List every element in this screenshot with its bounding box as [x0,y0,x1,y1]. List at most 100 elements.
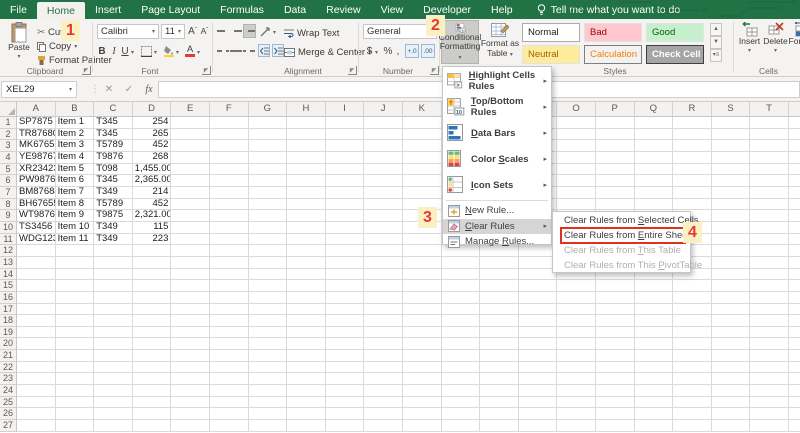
cell-L13[interactable] [442,257,481,269]
cell-P26[interactable] [596,408,635,420]
cell-O8[interactable] [557,199,596,211]
cell-B11[interactable]: Item 11 [56,234,95,246]
cell-F16[interactable] [210,292,249,304]
cell-K15[interactable] [403,280,442,292]
cell-K7[interactable] [403,187,442,199]
cell-B9[interactable]: Item 9 [56,210,95,222]
cell-Q5[interactable] [635,164,674,176]
styles-scroll-down-button[interactable]: ▼ [710,36,722,49]
cell-D11[interactable]: 223 [133,234,172,246]
cell-M21[interactable] [480,350,519,362]
cell-C1[interactable]: T345 [94,117,133,129]
cell-R6[interactable] [673,175,712,187]
cell-R17[interactable] [673,304,712,316]
cell-J27[interactable] [364,420,403,432]
cell-L16[interactable] [442,292,481,304]
cell-F23[interactable] [210,373,249,385]
cell-G17[interactable] [249,304,288,316]
cell-partial[interactable] [789,164,800,176]
cell-partial[interactable] [789,327,800,339]
cell-A3[interactable]: MK676554 [17,140,56,152]
cell-S12[interactable] [712,245,751,257]
cell-B21[interactable] [56,350,95,362]
cell-I12[interactable] [326,245,365,257]
cell-L18[interactable] [442,315,481,327]
cell-N18[interactable] [519,315,558,327]
cell-M23[interactable] [480,373,519,385]
cell-G22[interactable] [249,362,288,374]
cell-T1[interactable] [750,117,789,129]
italic-button[interactable]: I [109,44,119,58]
conditional-formatting-button[interactable]: f2 Conditional Formatting ▾ [441,20,479,64]
font-size-combo[interactable]: 11 ▾ [161,24,185,39]
row-header-13[interactable]: 13 [0,257,17,269]
column-header-S[interactable]: S [712,102,751,117]
row-header-23[interactable]: 23 [0,373,17,385]
cell-O23[interactable] [557,373,596,385]
cell-partial[interactable] [789,187,800,199]
cell-D22[interactable] [133,362,172,374]
cell-K1[interactable] [403,117,442,129]
tab-help[interactable]: Help [481,0,523,19]
cell-Q21[interactable] [635,350,674,362]
cell-partial[interactable] [789,373,800,385]
cell-I26[interactable] [326,408,365,420]
align-left-icon[interactable] [217,44,229,58]
name-box[interactable]: XEL29 ▾ [1,81,77,98]
cell-R5[interactable] [673,164,712,176]
cell-Q2[interactable] [635,129,674,141]
cell-G5[interactable] [249,164,288,176]
cell-Q7[interactable] [635,187,674,199]
cell-I7[interactable] [326,187,365,199]
cell-E12[interactable] [171,245,210,257]
cell-E6[interactable] [171,175,210,187]
borders-caret-icon[interactable]: ▾ [154,49,157,56]
cell-M15[interactable] [480,280,519,292]
cell-B3[interactable]: Item 3 [56,140,95,152]
cell-L27[interactable] [442,420,481,432]
cell-Q1[interactable] [635,117,674,129]
cell-C24[interactable] [94,385,133,397]
cell-T24[interactable] [750,385,789,397]
font-name-combo[interactable]: Calibri ▾ [97,24,159,39]
cell-M27[interactable] [480,420,519,432]
cell-T2[interactable] [750,129,789,141]
row-header-10[interactable]: 10 [0,222,17,234]
cell-J11[interactable] [364,234,403,246]
format-as-table-button[interactable]: Format as Table ▾ [480,20,520,64]
comma-style-button[interactable]: , [394,44,402,58]
cell-I9[interactable] [326,210,365,222]
tab-home[interactable]: Home [37,2,85,19]
borders-button[interactable] [140,44,153,58]
row-header-25[interactable]: 25 [0,397,17,409]
cell-F21[interactable] [210,350,249,362]
cell-A2[interactable]: TR87680 [17,129,56,141]
cell-partial[interactable] [789,199,800,211]
style-check-cell[interactable]: Check Cell [646,45,704,64]
cell-I13[interactable] [326,257,365,269]
cell-T17[interactable] [750,304,789,316]
cell-S2[interactable] [712,129,751,141]
cell-H9[interactable] [287,210,326,222]
cell-D4[interactable]: 268 [133,152,172,164]
cell-F24[interactable] [210,385,249,397]
wrap-text-button[interactable]: Wrap Text [284,27,339,40]
cell-O1[interactable] [557,117,596,129]
row-header-15[interactable]: 15 [0,280,17,292]
tab-insert[interactable]: Insert [85,0,131,19]
cell-T16[interactable] [750,292,789,304]
cell-I24[interactable] [326,385,365,397]
cell-F17[interactable] [210,304,249,316]
cell-K16[interactable] [403,292,442,304]
cell-S26[interactable] [712,408,751,420]
grow-font-button[interactable]: Aˆ [187,24,198,38]
cell-Q27[interactable] [635,420,674,432]
cell-S25[interactable] [712,397,751,409]
cell-A5[interactable]: XR23423 [17,164,56,176]
cell-E26[interactable] [171,408,210,420]
cell-partial[interactable] [789,420,800,432]
cell-Q24[interactable] [635,385,674,397]
cell-K23[interactable] [403,373,442,385]
cell-H20[interactable] [287,338,326,350]
column-header-Q[interactable]: Q [635,102,674,117]
